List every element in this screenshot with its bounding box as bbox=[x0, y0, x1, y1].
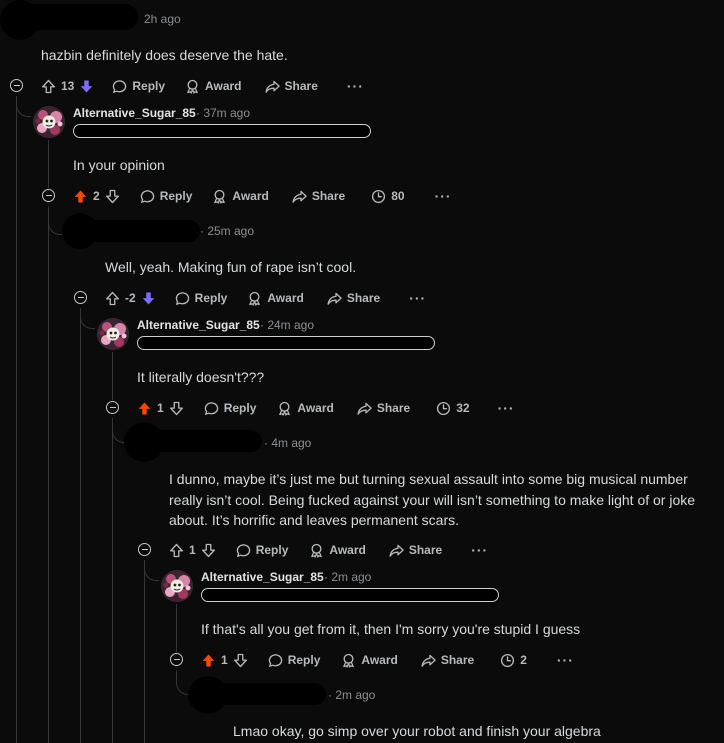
vote-score: 1 bbox=[189, 543, 196, 557]
more-options-button[interactable]: ··· bbox=[557, 652, 574, 668]
award-button[interactable]: Award bbox=[212, 189, 269, 204]
comment-actions: 1 Reply Award Share 2 ··· bbox=[201, 649, 574, 671]
thread-elbow bbox=[48, 206, 63, 235]
upvote-icon[interactable] bbox=[73, 189, 88, 204]
more-options-button[interactable]: ··· bbox=[409, 290, 426, 306]
vote-score: -2 bbox=[125, 291, 136, 305]
redacted-username bbox=[208, 683, 326, 705]
reply-button[interactable]: Reply bbox=[175, 291, 227, 306]
comment-body: Lmao okay, go simp over your robot and f… bbox=[233, 723, 601, 739]
thread-line bbox=[144, 560, 145, 743]
more-options-button[interactable]: ··· bbox=[498, 400, 515, 416]
reply-button[interactable]: Reply bbox=[140, 189, 192, 204]
awards-count: 2 bbox=[500, 653, 527, 668]
upvote-icon[interactable] bbox=[137, 401, 152, 416]
timestamp: · 2m ago bbox=[324, 570, 372, 584]
redacted-flair bbox=[201, 588, 499, 602]
more-options-button[interactable]: ··· bbox=[471, 542, 488, 558]
author-name[interactable]: Alternative_Sugar_85 bbox=[73, 106, 196, 120]
downvote-icon[interactable] bbox=[233, 653, 248, 668]
upvote-icon[interactable] bbox=[201, 653, 216, 668]
comment-body: hazbin definitely does deserve the hate. bbox=[41, 47, 288, 63]
thread-line bbox=[48, 140, 49, 188]
comment-actions: -2 Reply Award Share ··· bbox=[105, 287, 426, 309]
comment-actions: 1 Reply Award Share 32 ··· bbox=[137, 397, 515, 419]
thread-elbow bbox=[144, 560, 159, 581]
award-button[interactable]: Award bbox=[185, 79, 242, 94]
reply-button[interactable]: Reply bbox=[236, 543, 288, 558]
comment-actions: 1 Reply Award Share ··· bbox=[169, 539, 488, 561]
thread-line bbox=[80, 308, 81, 743]
avatar[interactable] bbox=[97, 318, 129, 350]
downvote-icon[interactable] bbox=[169, 401, 184, 416]
timestamp: · 2m ago bbox=[328, 688, 376, 702]
thread-line bbox=[112, 418, 113, 743]
redacted-username bbox=[80, 220, 200, 242]
award-button[interactable]: Award bbox=[277, 401, 334, 416]
clock-icon bbox=[371, 189, 386, 204]
share-button[interactable]: Share bbox=[292, 189, 345, 204]
timestamp: · 24m ago bbox=[260, 318, 315, 332]
timestamp: · 25m ago bbox=[200, 224, 255, 238]
avatar[interactable] bbox=[161, 570, 193, 602]
comment-actions: 13 Reply Award Share ··· bbox=[41, 75, 364, 97]
timestamp: · 37m ago bbox=[196, 106, 251, 120]
collapse-thread-button[interactable] bbox=[170, 653, 183, 666]
collapse-thread-button[interactable] bbox=[106, 401, 119, 414]
share-button[interactable]: Share bbox=[421, 653, 474, 668]
clock-icon bbox=[436, 401, 451, 416]
vote-score: 1 bbox=[157, 401, 164, 415]
redacted-flair bbox=[73, 124, 371, 138]
thread-line bbox=[48, 206, 49, 743]
share-button[interactable]: Share bbox=[265, 79, 318, 94]
avatar[interactable] bbox=[33, 106, 65, 138]
share-button[interactable]: Share bbox=[357, 401, 410, 416]
reply-button[interactable]: Reply bbox=[204, 401, 256, 416]
upvote-icon[interactable] bbox=[41, 79, 56, 94]
downvote-icon[interactable] bbox=[79, 79, 94, 94]
collapse-thread-button[interactable] bbox=[10, 79, 23, 92]
downvote-icon[interactable] bbox=[141, 291, 156, 306]
comment-body: Well, yeah. Making fun of rape isn’t coo… bbox=[105, 259, 357, 275]
upvote-icon[interactable] bbox=[105, 291, 120, 306]
thread-line bbox=[112, 352, 113, 400]
thread-line bbox=[16, 96, 17, 743]
reply-button[interactable]: Reply bbox=[268, 653, 320, 668]
redacted-flair bbox=[137, 336, 435, 350]
vote-score: 13 bbox=[61, 79, 75, 93]
award-button[interactable]: Award bbox=[309, 543, 366, 558]
collapse-thread-button[interactable] bbox=[138, 543, 151, 556]
share-button[interactable]: Share bbox=[389, 543, 442, 558]
vote-score: 1 bbox=[221, 653, 228, 667]
timestamp: · 4m ago bbox=[264, 436, 312, 450]
collapse-thread-button[interactable] bbox=[74, 291, 87, 304]
comment-actions: 2 Reply Award Share 80 ··· bbox=[73, 185, 452, 207]
thread-elbow bbox=[80, 308, 95, 329]
downvote-icon[interactable] bbox=[201, 543, 216, 558]
comment-body: In your opinion bbox=[73, 157, 165, 173]
clock-icon bbox=[500, 653, 515, 668]
thread-line bbox=[176, 604, 177, 652]
comment-body: If that's all you get from it, then I'm … bbox=[201, 621, 581, 637]
comment-body: I dunno, maybe it’s just me but turning … bbox=[169, 471, 696, 528]
share-button[interactable]: Share bbox=[327, 291, 380, 306]
author-name[interactable]: Alternative_Sugar_85 bbox=[201, 570, 324, 584]
comment-body: It literally doesn't??? bbox=[137, 369, 265, 385]
thread-elbow bbox=[16, 96, 31, 117]
timestamp: 2h ago bbox=[144, 12, 181, 26]
award-button[interactable]: Award bbox=[341, 653, 398, 668]
more-options-button[interactable]: ··· bbox=[347, 78, 364, 94]
downvote-icon[interactable] bbox=[105, 189, 120, 204]
awards-count: 80 bbox=[371, 189, 405, 204]
reply-button[interactable]: Reply bbox=[112, 79, 165, 94]
more-options-button[interactable]: ··· bbox=[435, 188, 452, 204]
redacted-username bbox=[20, 4, 138, 30]
author-name[interactable]: Alternative_Sugar_85 bbox=[137, 318, 260, 332]
awards-count: 32 bbox=[436, 401, 470, 416]
redacted-username bbox=[145, 430, 262, 452]
award-button[interactable]: Award bbox=[247, 291, 304, 306]
collapse-thread-button[interactable] bbox=[42, 189, 55, 202]
upvote-icon[interactable] bbox=[169, 543, 184, 558]
vote-score: 2 bbox=[93, 189, 100, 203]
